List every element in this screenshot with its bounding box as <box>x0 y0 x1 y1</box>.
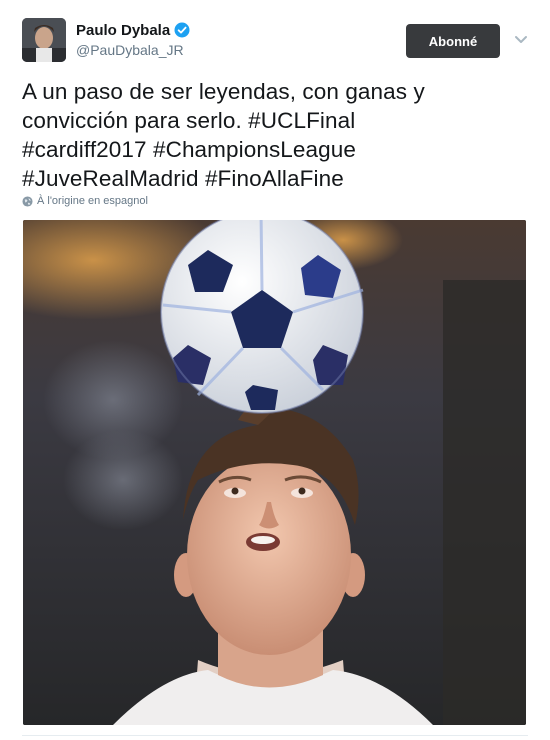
globe-icon <box>22 195 33 207</box>
user-handle[interactable]: @PauDybala_JR <box>76 42 190 58</box>
soccer-ball-illustration <box>160 220 364 414</box>
chevron-down-icon[interactable] <box>512 30 530 48</box>
tweet-text: A un paso de ser leyendas, con ganas y c… <box>22 77 522 193</box>
follow-button[interactable]: Abonné <box>406 24 500 58</box>
avatar[interactable] <box>22 18 66 62</box>
verified-badge-icon <box>174 22 190 38</box>
tweet-line: #cardiff2017 #ChampionsLeague <box>22 137 356 162</box>
tweet-header: Paulo Dybala @PauDybala_JR Abonné <box>22 18 532 62</box>
translation-note[interactable]: À l'origine en espagnol <box>22 195 148 207</box>
tweet-line: A un paso de ser leyendas, con ganas y <box>22 79 425 104</box>
display-name[interactable]: Paulo Dybala <box>76 22 170 39</box>
tweet-photo[interactable] <box>23 220 526 725</box>
divider <box>22 735 528 736</box>
tweet-line: convicción para serlo. #UCLFinal <box>22 108 356 133</box>
translation-label: À l'origine en espagnol <box>37 195 148 207</box>
tweet-line: #JuveRealMadrid #FinoAllaFine <box>22 166 344 191</box>
